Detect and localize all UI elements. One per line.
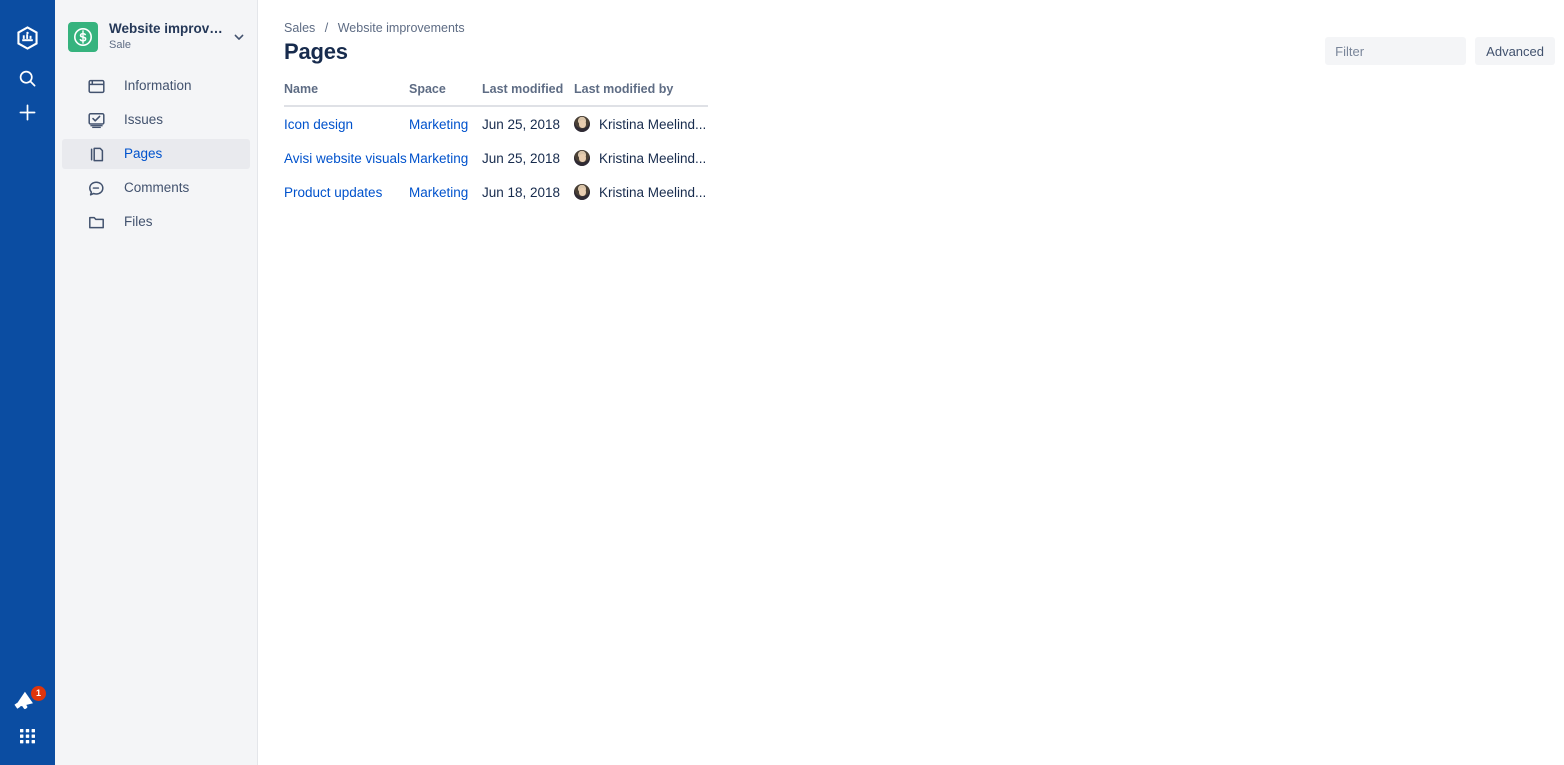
user-cell: Kristina Meelind... bbox=[574, 184, 708, 200]
search-icon[interactable] bbox=[12, 63, 43, 94]
space-link[interactable]: Marketing bbox=[409, 117, 468, 132]
cell-last-modified: Jun 25, 2018 bbox=[482, 150, 561, 166]
user-name: Kristina Meelind... bbox=[599, 150, 707, 166]
project-meta: Website improve... Sale bbox=[109, 21, 227, 53]
avatar bbox=[574, 116, 590, 132]
page-toolbar: Advanced bbox=[1325, 37, 1555, 65]
page-title: Pages bbox=[284, 39, 348, 64]
issues-monitor-icon bbox=[86, 110, 106, 130]
filter-input[interactable] bbox=[1325, 37, 1467, 65]
column-header-last-modified-by[interactable]: Last modified by bbox=[574, 82, 708, 107]
sidebar-nav: Information Issues Pages Comments Files bbox=[55, 71, 257, 237]
chevron-down-icon[interactable] bbox=[231, 31, 247, 43]
space-link[interactable]: Marketing bbox=[409, 151, 468, 166]
plus-icon[interactable] bbox=[12, 97, 43, 128]
column-header-last-modified[interactable]: Last modified bbox=[482, 82, 574, 107]
sidebar-item-label: Comments bbox=[124, 180, 190, 195]
cell-name: Icon design bbox=[284, 106, 409, 141]
table-header-row: Name Space Last modified Last modified b… bbox=[284, 82, 708, 107]
cell-name: Product updates bbox=[284, 175, 409, 209]
cell-last-modified-by: Kristina Meelind... bbox=[574, 141, 708, 175]
breadcrumb-item-root[interactable]: Sales bbox=[284, 21, 315, 35]
app-root: 1 Website improve... Sale Information Is… bbox=[0, 0, 1564, 765]
cell-last-modified-by: Kristina Meelind... bbox=[574, 106, 708, 141]
sidebar-item-comments[interactable]: Comments bbox=[62, 173, 250, 203]
sidebar-item-issues[interactable]: Issues bbox=[62, 105, 250, 135]
pages-table: Name Space Last modified Last modified b… bbox=[284, 82, 708, 209]
user-name: Kristina Meelind... bbox=[599, 184, 707, 200]
cell-last-modified: Jun 25, 2018 bbox=[482, 116, 561, 132]
user-cell: Kristina Meelind... bbox=[574, 150, 708, 166]
sidebar-item-files[interactable]: Files bbox=[62, 207, 250, 237]
cell-space: Marketing bbox=[409, 106, 482, 141]
global-navigation-rail: 1 bbox=[0, 0, 55, 765]
pages-copy-icon bbox=[86, 144, 106, 164]
page-link[interactable]: Product updates bbox=[284, 185, 382, 200]
cell-name: Avisi website visuals bbox=[284, 141, 409, 175]
breadcrumb-item-current: Website improvements bbox=[337, 21, 465, 35]
sidebar-item-label: Pages bbox=[124, 146, 163, 161]
page-link[interactable]: Avisi website visuals bbox=[284, 151, 407, 166]
megaphone-icon[interactable]: 1 bbox=[11, 684, 46, 716]
sidebar-item-label: Files bbox=[124, 214, 153, 229]
sidebar-item-label: Issues bbox=[124, 112, 164, 127]
sidebar-item-label: Information bbox=[124, 78, 192, 93]
project-name: Website improve... bbox=[109, 21, 227, 36]
pages-table-container: Name Space Last modified Last modified b… bbox=[284, 82, 708, 209]
comment-bubble-icon bbox=[86, 178, 106, 198]
table-row: Product updates Marketing Jun 18, 2018 K… bbox=[284, 175, 708, 209]
breadcrumb: Sales / Website improvements bbox=[284, 21, 465, 35]
folder-icon bbox=[86, 212, 106, 232]
page-link[interactable]: Icon design bbox=[284, 117, 353, 132]
table-row: Avisi website visuals Marketing Jun 25, … bbox=[284, 141, 708, 175]
column-header-name[interactable]: Name bbox=[284, 82, 409, 107]
user-cell: Kristina Meelind... bbox=[574, 116, 708, 132]
dollar-circle-icon: S bbox=[68, 22, 98, 52]
column-header-space[interactable]: Space bbox=[409, 82, 482, 107]
sidebar-item-pages[interactable]: Pages bbox=[62, 139, 250, 169]
jira-logo-icon[interactable] bbox=[13, 24, 42, 53]
cell-last-modified: Jun 18, 2018 bbox=[482, 184, 561, 200]
project-sidebar: S Website improve... Sale bbox=[55, 0, 258, 765]
cell-space: Marketing bbox=[409, 175, 482, 209]
sidebar-item-information[interactable]: Information bbox=[62, 71, 250, 101]
cell-space: Marketing bbox=[409, 141, 482, 175]
space-link[interactable]: Marketing bbox=[409, 185, 468, 200]
project-header[interactable]: S Website improve... Sale bbox=[55, 0, 257, 56]
table-row: Icon design Marketing Jun 25, 2018 Krist… bbox=[284, 106, 708, 141]
user-name: Kristina Meelind... bbox=[599, 116, 707, 132]
breadcrumb-separator: / bbox=[324, 21, 329, 35]
cell-last-modified-by: Kristina Meelind... bbox=[574, 175, 708, 209]
avatar bbox=[574, 150, 590, 166]
table-body: Icon design Marketing Jun 25, 2018 Krist… bbox=[284, 106, 708, 209]
advanced-button[interactable]: Advanced bbox=[1475, 37, 1555, 65]
browser-window-icon bbox=[86, 76, 106, 96]
app-switcher-grid-icon[interactable] bbox=[13, 722, 42, 750]
notification-badge: 1 bbox=[31, 686, 46, 701]
table-header: Name Space Last modified Last modified b… bbox=[284, 82, 708, 107]
main-content: Sales / Website improvements Pages Advan… bbox=[258, 0, 1564, 765]
project-type: Sale bbox=[109, 39, 132, 51]
avatar bbox=[574, 184, 590, 200]
